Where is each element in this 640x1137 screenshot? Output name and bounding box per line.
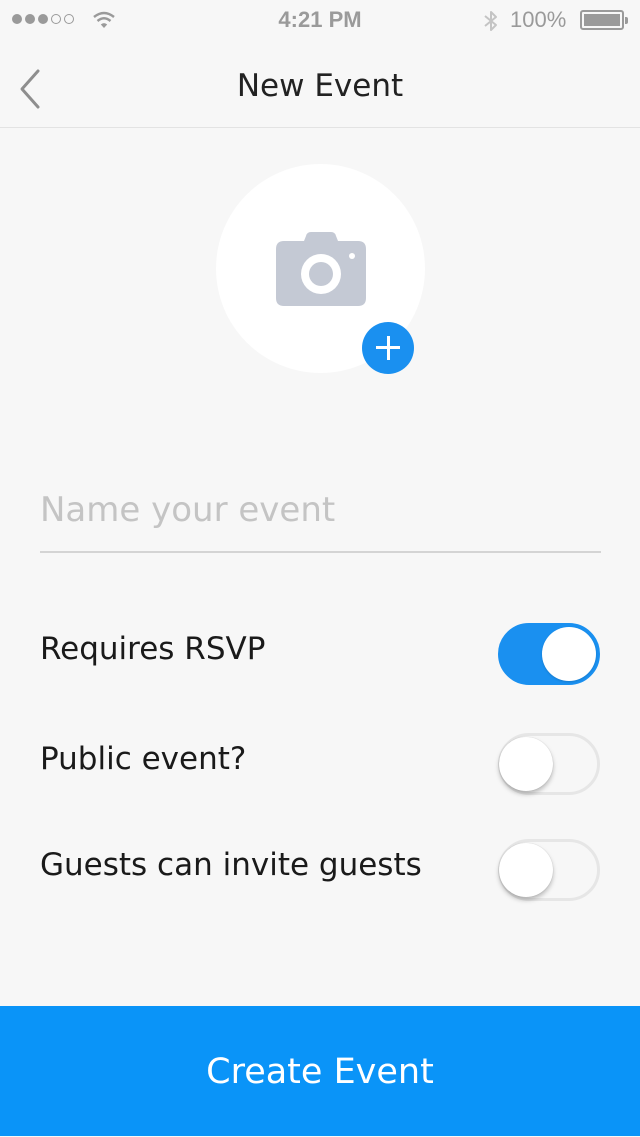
- chevron-left-icon: [20, 69, 40, 109]
- add-photo-button[interactable]: [362, 322, 414, 374]
- navigation-bar: New Event: [0, 40, 640, 128]
- status-bar: 4:21 PM 100%: [0, 0, 640, 40]
- setting-label: Public event?: [40, 741, 247, 777]
- setting-row-public-event: Public event?: [40, 733, 600, 797]
- setting-row-requires-rsvp: Requires RSVP: [40, 623, 600, 687]
- bluetooth-icon: [484, 11, 497, 31]
- toggle-knob: [499, 843, 553, 897]
- battery-percent: 100%: [510, 7, 567, 32]
- requires-rsvp-toggle[interactable]: [498, 623, 600, 685]
- camera-icon: [276, 232, 366, 306]
- toggle-knob: [542, 627, 596, 681]
- back-button[interactable]: [10, 62, 54, 116]
- setting-label: Guests can invite guests: [40, 847, 422, 883]
- setting-label: Requires RSVP: [40, 631, 266, 667]
- toggle-knob: [499, 737, 553, 791]
- public-event-toggle[interactable]: [498, 733, 600, 795]
- page-title: New Event: [236, 68, 404, 104]
- create-event-button[interactable]: Create Event: [0, 1006, 640, 1136]
- battery-icon: [580, 10, 628, 30]
- guests-invite-toggle[interactable]: [498, 839, 600, 901]
- event-photo-picker[interactable]: [216, 164, 425, 374]
- setting-row-guests-invite: Guests can invite guests: [40, 839, 600, 903]
- event-name-input[interactable]: [40, 480, 601, 553]
